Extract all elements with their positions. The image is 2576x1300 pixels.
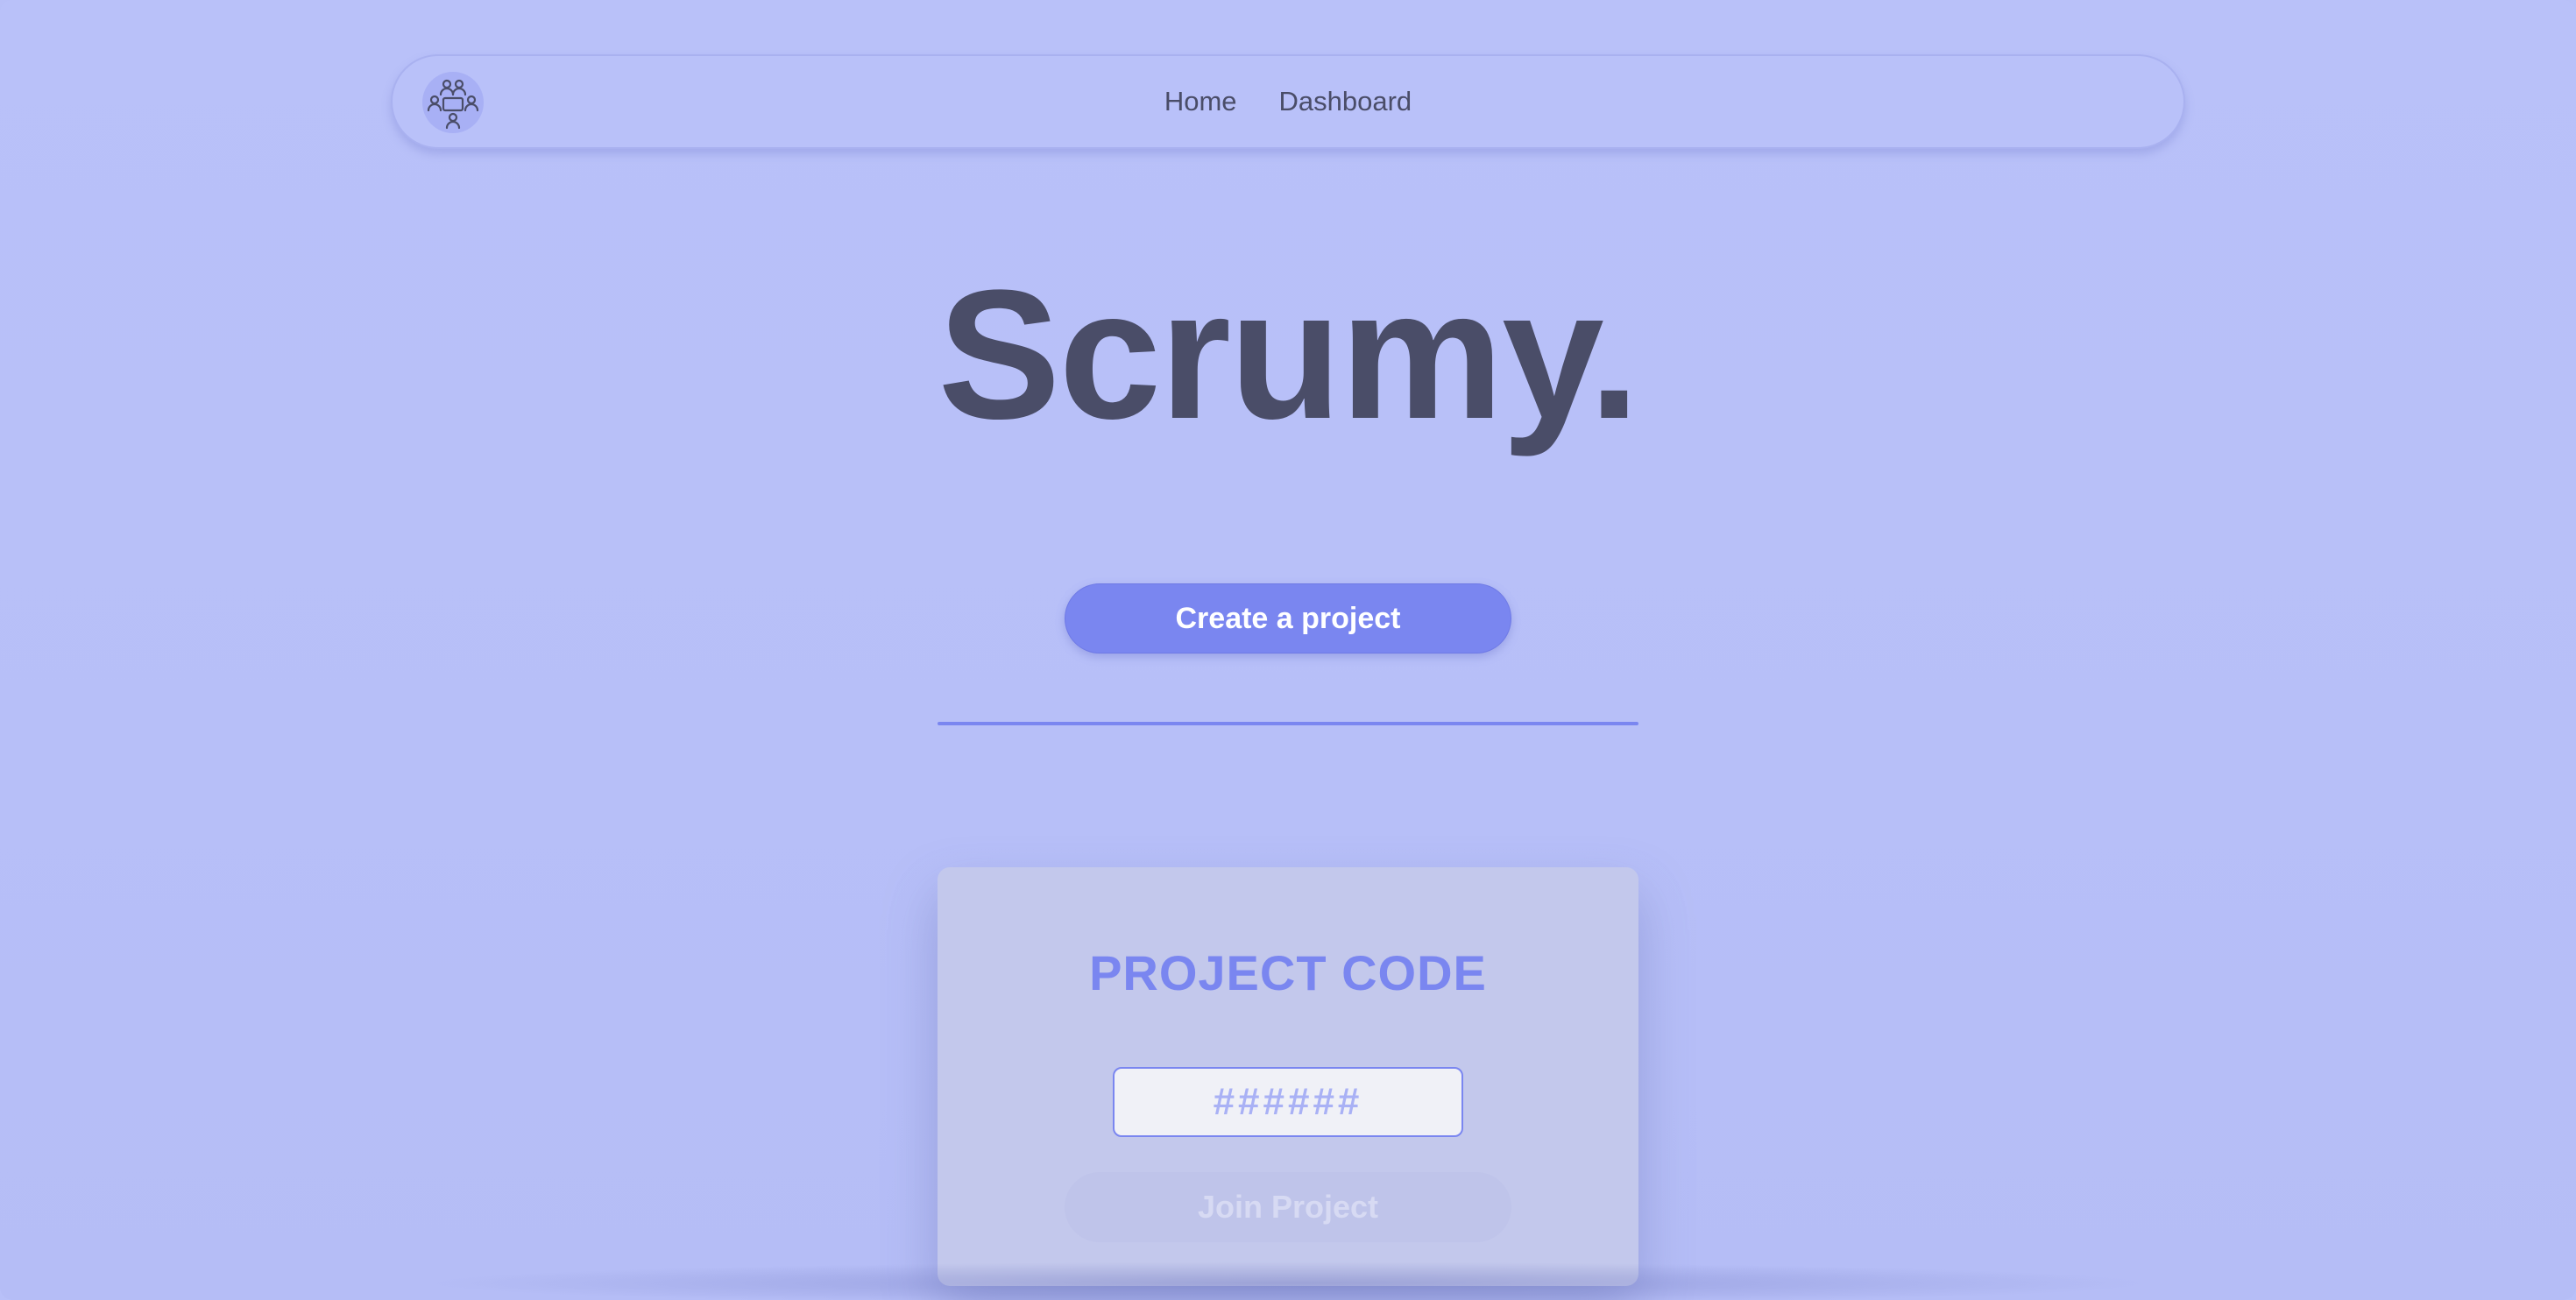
project-code-input[interactable] bbox=[1113, 1067, 1463, 1137]
top-navbar: Home Dashboard bbox=[391, 54, 2185, 149]
join-project-button[interactable]: Join Project bbox=[1065, 1172, 1511, 1242]
create-project-button[interactable]: Create a project bbox=[1065, 583, 1511, 654]
join-project-card: PROJECT CODE Join Project bbox=[938, 867, 1638, 1286]
page-background: Home Dashboard Scrumy. Create a project … bbox=[0, 0, 2576, 1300]
nav-link-dashboard[interactable]: Dashboard bbox=[1279, 86, 1412, 117]
page-title: Scrumy. bbox=[938, 251, 1639, 457]
nav-links: Home Dashboard bbox=[393, 56, 2183, 147]
section-divider bbox=[938, 722, 1638, 725]
bottom-shadow bbox=[421, 1261, 2155, 1300]
nav-link-home[interactable]: Home bbox=[1164, 86, 1237, 117]
project-code-heading: PROJECT CODE bbox=[1089, 945, 1487, 1000]
